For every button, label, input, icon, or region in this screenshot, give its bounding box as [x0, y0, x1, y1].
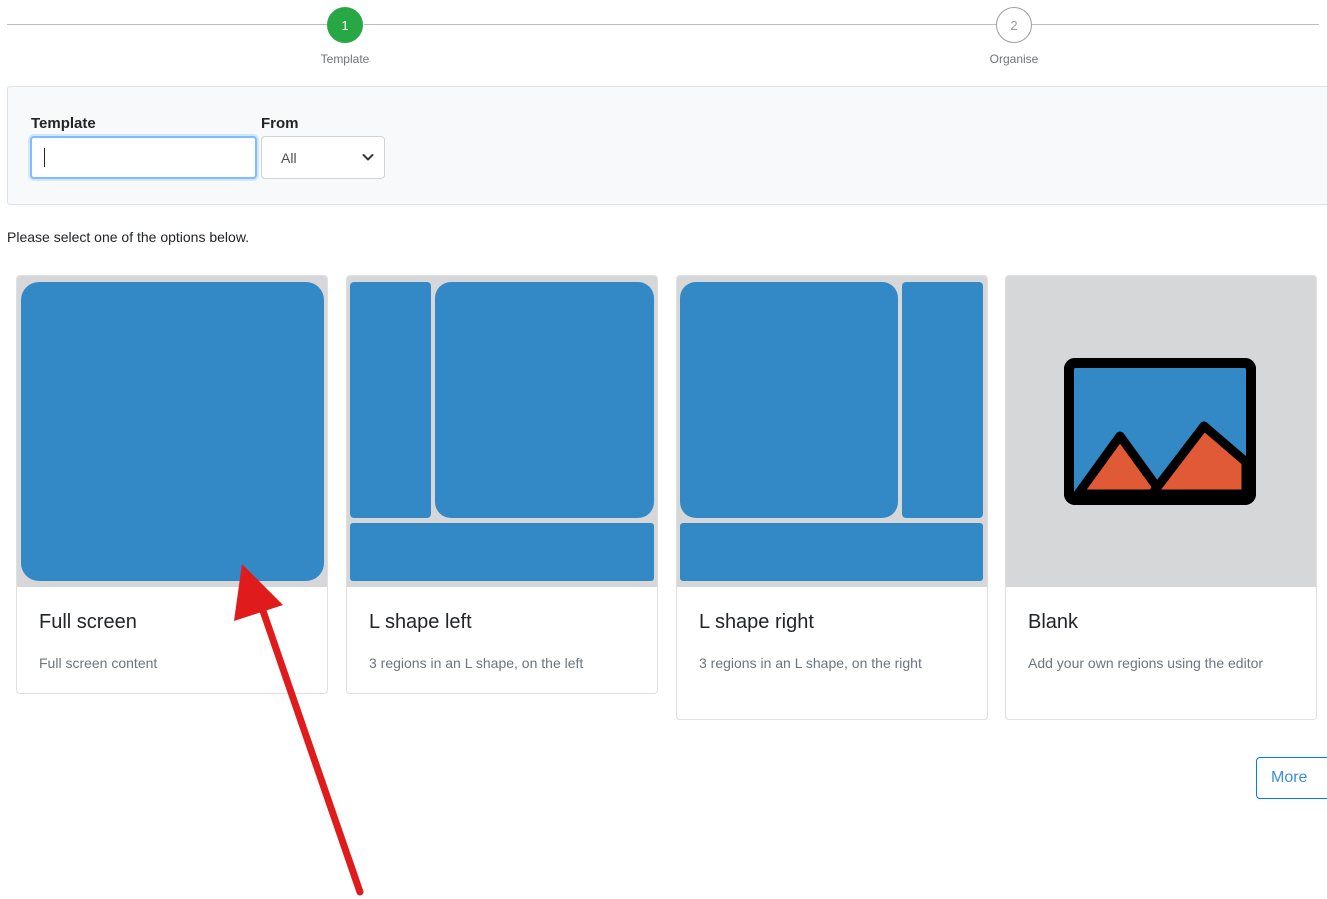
card-title: L shape left	[369, 611, 472, 633]
more-button[interactable]: More	[1256, 757, 1327, 799]
step-1-label: Template	[320, 52, 370, 66]
card-title: L shape right	[699, 611, 814, 633]
chevron-down-icon	[362, 154, 374, 161]
layout-region	[902, 282, 983, 518]
step-2-label: Organise	[989, 52, 1039, 66]
template-thumbnail	[17, 276, 327, 587]
instructions-text: Please select one of the options below.	[7, 229, 250, 245]
card-description: Full screen content	[39, 655, 158, 671]
step-number: 2	[1010, 17, 1018, 33]
step-1-indicator[interactable]: 1	[327, 7, 363, 43]
layout-region	[680, 523, 983, 581]
from-select[interactable]: All	[261, 136, 385, 179]
card-description: 3 regions in an L shape, on the left	[369, 655, 584, 671]
layout-region	[350, 523, 654, 581]
wizard-stepper: 1 Template 2 Organise	[0, 0, 1327, 80]
template-card-l-shape-right[interactable]: L shape right 3 regions in an L shape, o…	[676, 275, 988, 720]
step-number: 1	[341, 17, 349, 33]
template-thumbnail	[1006, 276, 1316, 587]
template-thumbnail	[347, 276, 657, 587]
from-select-value: All	[281, 150, 297, 166]
stepper-line	[7, 24, 327, 25]
stepper-line	[364, 24, 996, 25]
template-label: Template	[31, 115, 96, 132]
card-description: Add your own regions using the editor	[1028, 655, 1264, 671]
layout-region	[435, 282, 654, 518]
template-search-input[interactable]	[30, 136, 257, 179]
from-label: From	[261, 115, 299, 132]
layout-region	[350, 282, 431, 518]
card-title: Blank	[1028, 611, 1079, 633]
image-placeholder-icon	[1064, 358, 1256, 505]
template-card-l-shape-left[interactable]: L shape left 3 regions in an L shape, on…	[346, 275, 658, 694]
stepper-line	[1032, 24, 1319, 25]
template-card-blank[interactable]: Blank Add your own regions using the edi…	[1005, 275, 1317, 720]
text-cursor	[44, 148, 45, 167]
step-2-indicator[interactable]: 2	[996, 7, 1032, 43]
layout-region	[21, 282, 324, 581]
card-title: Full screen	[39, 611, 137, 633]
template-thumbnail	[677, 276, 987, 587]
layout-region	[680, 282, 898, 518]
template-card-full-screen[interactable]: Full screen Full screen content	[16, 275, 328, 694]
filter-panel: Template From All	[7, 86, 1327, 205]
card-description: 3 regions in an L shape, on the right	[699, 655, 922, 671]
